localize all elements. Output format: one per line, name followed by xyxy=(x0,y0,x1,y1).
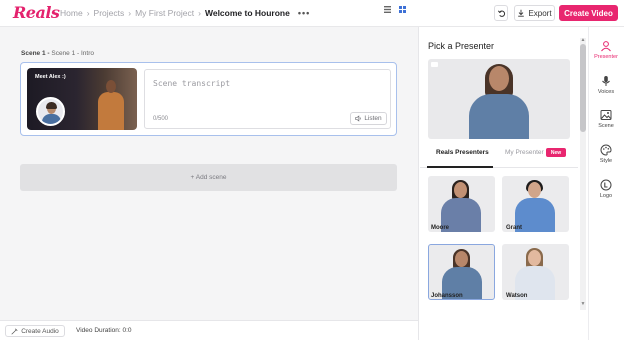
create-video-button[interactable]: Create Video xyxy=(559,5,618,21)
scrollbar-thumb[interactable] xyxy=(580,44,586,132)
panel-title-main: Presenter xyxy=(455,41,495,51)
scene-transcript-input[interactable]: Scene transcript 0/500 Listen xyxy=(144,69,391,129)
scene-number: Scene 1 - xyxy=(21,50,50,57)
project-title[interactable]: Welcome to Hourone xyxy=(205,8,290,18)
tab-reals-presenters[interactable]: Reals Presenters xyxy=(436,149,489,156)
scene-name: Scene 1 - Intro xyxy=(51,50,94,57)
listen-button[interactable]: Listen xyxy=(350,112,387,125)
presenter-card-grant[interactable] xyxy=(502,176,569,232)
breadcrumb-separator: › xyxy=(86,8,90,18)
listen-label: Listen xyxy=(364,115,382,122)
create-audio-button[interactable]: Create Audio xyxy=(5,325,65,337)
presenter-name-moore: Moore xyxy=(431,225,449,231)
undo-icon xyxy=(497,9,505,17)
download-icon xyxy=(518,9,525,17)
presenter-card-watson[interactable] xyxy=(502,244,569,300)
editor-footer: Create Audio Video Duration: 0:0 xyxy=(0,320,418,340)
breadcrumb: Home › Projects › My First Project › Wel… xyxy=(60,8,310,18)
rail-item-presenter[interactable]: Presenter xyxy=(589,40,623,60)
presenter-name-johansson: Johansson xyxy=(431,293,463,299)
breadcrumb-separator: › xyxy=(198,8,201,18)
rail-item-scene[interactable]: Scene xyxy=(589,109,623,129)
presenter-avatar xyxy=(36,97,65,126)
presenter-card-moore[interactable] xyxy=(428,176,495,232)
export-button[interactable]: Export xyxy=(514,5,555,21)
rail-item-logo[interactable]: Logo xyxy=(589,179,623,199)
preview-toggle-icon[interactable] xyxy=(431,62,438,67)
transcript-placeholder: Scene transcript xyxy=(153,79,231,88)
presenter-name-watson: Watson xyxy=(506,293,528,299)
thumbnail-caption: Meet Alex :) xyxy=(35,74,66,80)
new-badge: New xyxy=(546,148,566,157)
rail-label-voices: Voices xyxy=(597,89,615,95)
rail-label-logo: Logo xyxy=(599,193,613,199)
reals-logo[interactable]: Reals xyxy=(13,3,60,22)
scroll-up-icon[interactable]: ▲ xyxy=(580,37,586,43)
panel-title: Pick a Presenter xyxy=(428,41,494,51)
top-bar: Reals Home › Projects › My First Project… xyxy=(0,0,624,27)
preview-presenter-image xyxy=(465,64,533,139)
video-duration: Video Duration: 0:0 xyxy=(76,327,132,334)
presenter-name-grant: Grant xyxy=(506,225,523,231)
breadcrumb-projects[interactable]: Projects xyxy=(94,8,125,18)
person-icon xyxy=(601,41,611,52)
audio-icon xyxy=(11,327,18,335)
presenter-card-johansson[interactable] xyxy=(428,244,495,300)
microphone-icon xyxy=(602,76,610,86)
rail-label-presenter: Presenter xyxy=(594,54,618,60)
rail-item-voices[interactable]: Voices xyxy=(589,75,623,95)
presenter-preview xyxy=(428,59,570,139)
character-count: 0/500 xyxy=(153,116,169,122)
active-tab-indicator xyxy=(427,166,493,168)
palette-icon xyxy=(600,144,612,156)
breadcrumb-home[interactable]: Home xyxy=(60,8,83,18)
speaker-icon xyxy=(355,115,361,122)
scene-title: Scene 1 - Scene 1 - Intro xyxy=(21,50,94,57)
breadcrumb-separator: › xyxy=(128,8,132,18)
undo-button[interactable] xyxy=(494,5,508,21)
add-scene-button[interactable]: + Add scene xyxy=(20,164,397,191)
rail-label-scene: Scene xyxy=(598,123,614,129)
tab-my-presenter[interactable]: My Presenter xyxy=(505,149,544,156)
rail-label-style: Style xyxy=(599,158,613,164)
list-view-icon[interactable] xyxy=(384,6,391,13)
scene-thumbnail[interactable]: Meet Alex :) xyxy=(27,68,137,130)
breadcrumb-project[interactable]: My First Project xyxy=(135,8,194,18)
rail-item-style[interactable]: Style xyxy=(589,144,623,164)
scroll-down-icon[interactable]: ▼ xyxy=(580,301,586,307)
grid-view-icon[interactable] xyxy=(399,6,406,13)
logo-l-icon xyxy=(600,179,612,191)
thumbnail-background-person xyxy=(96,78,126,130)
export-label: Export xyxy=(528,8,552,18)
panel-title-prefix: Pick a xyxy=(428,41,453,51)
image-icon xyxy=(600,110,612,120)
more-options-button[interactable]: ••• xyxy=(298,8,310,18)
create-audio-label: Create Audio xyxy=(21,327,59,335)
